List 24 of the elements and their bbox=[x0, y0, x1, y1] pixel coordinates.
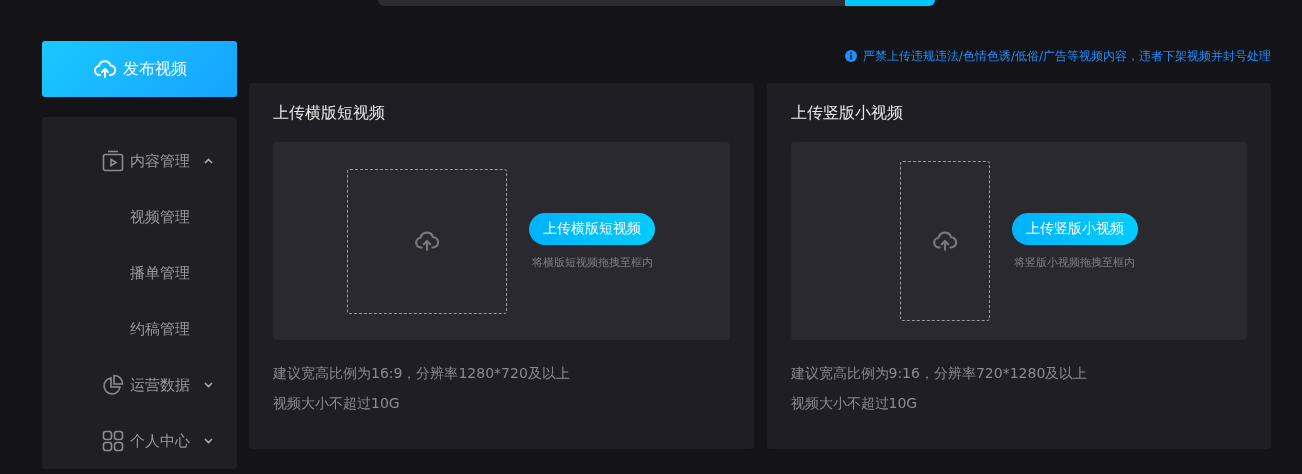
sidebar-menu-item[interactable]: 运营数据 bbox=[42, 357, 237, 413]
sidebar-menu-item[interactable]: 个人中心 bbox=[42, 413, 237, 469]
upload-cloud-icon bbox=[92, 57, 117, 81]
requirement-note: 视频大小不超过10G bbox=[273, 394, 401, 412]
dashed-drop-frame[interactable] bbox=[347, 168, 508, 314]
sidebar-menu-item[interactable]: 内容管理 bbox=[42, 133, 237, 189]
card-title: 上传横版短视频 bbox=[273, 103, 386, 124]
requirement-note: 建议宽高比例为9:16，分辨率720*1280及以上 bbox=[790, 364, 1089, 382]
grid-icon bbox=[102, 430, 124, 452]
card-title: 上传竖版小视频 bbox=[790, 103, 904, 124]
requirement-note: 建议宽高比例为16:9，分辨率1280*720及以上 bbox=[273, 364, 571, 382]
info-icon bbox=[844, 50, 857, 62]
drag-hint: 将竖版小视频拖拽至框内 bbox=[1014, 254, 1136, 270]
dashed-drop-frame[interactable] bbox=[899, 161, 990, 321]
sidebar-submenu-item[interactable]: 约稿管理 bbox=[42, 301, 237, 357]
upload-drop-area[interactable]: 上传竖版小视频 将竖版小视频拖拽至框内 bbox=[790, 142, 1247, 340]
sidebar-submenu-item[interactable]: 视频管理 bbox=[42, 189, 237, 245]
notice-text: 严禁上传违规违法/色情色诱/低俗/广告等视频内容，违者下架视频并封号处理 bbox=[862, 47, 1271, 65]
video-icon bbox=[102, 150, 124, 172]
upload-drop-area[interactable]: 上传横版短视频 将横版短视频拖拽至框内 bbox=[273, 142, 730, 340]
drag-hint: 将横版短视频拖拽至框内 bbox=[531, 254, 653, 270]
requirement-note: 视频大小不超过10G bbox=[790, 394, 919, 412]
sidebar-submenu-item[interactable]: 播单管理 bbox=[42, 245, 237, 301]
pie-chart-icon bbox=[102, 374, 124, 396]
